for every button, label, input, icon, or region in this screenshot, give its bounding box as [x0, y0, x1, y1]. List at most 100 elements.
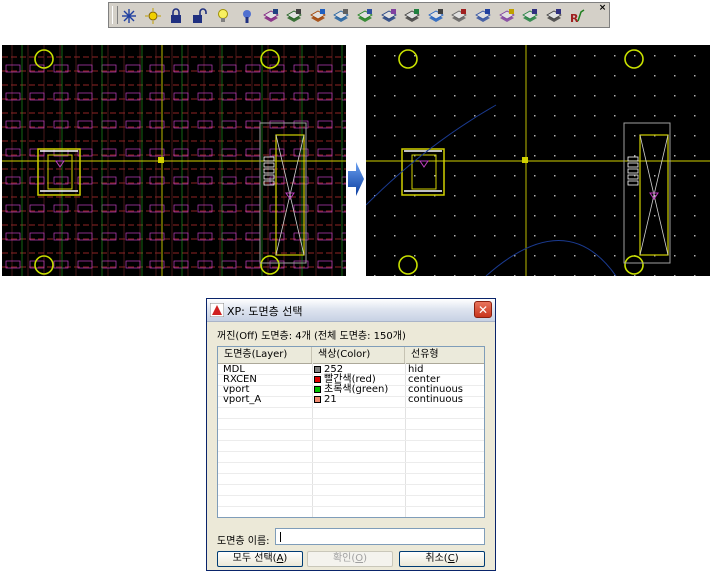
grid-dot	[414, 115, 416, 117]
toolbar-grip[interactable]	[112, 6, 118, 24]
layer-copy-button[interactable]	[379, 6, 399, 25]
grid-dot	[514, 235, 516, 237]
grid-dot	[454, 55, 456, 57]
layer-change-icon	[357, 8, 373, 22]
layer-export-icon	[545, 8, 562, 22]
grid-dot	[534, 75, 536, 77]
layer-thaw-button[interactable]	[143, 6, 163, 25]
grid-dot	[694, 275, 696, 276]
layer-isolate-button[interactable]	[237, 6, 257, 25]
grid-dot	[514, 55, 516, 57]
grid-dot	[574, 75, 576, 77]
stair-step	[627, 156, 639, 162]
grid-dot	[474, 235, 476, 237]
layer-change-button[interactable]	[355, 6, 375, 25]
layer-merge-button[interactable]	[261, 6, 281, 25]
grid-dot	[514, 275, 516, 276]
grid-dot	[534, 55, 536, 57]
grid-dot	[394, 215, 396, 217]
grid-dot	[554, 195, 556, 197]
grid-dot	[594, 135, 596, 137]
grid-dot	[394, 75, 396, 77]
grid-dot	[674, 275, 676, 276]
layer-previous-button[interactable]	[331, 6, 351, 25]
dialog-titlebar[interactable]: XP: 도면층 선택 ✕	[207, 299, 495, 322]
grid-dot	[574, 235, 576, 237]
grid-dot	[614, 255, 616, 257]
grid-dot	[554, 95, 556, 97]
grid-dot	[674, 215, 676, 217]
grid-dot	[434, 235, 436, 237]
grid-dot	[554, 135, 556, 137]
layer-previous-icon	[333, 8, 350, 22]
column-layer[interactable]: 도면층(Layer)	[218, 347, 312, 363]
layer-translate-button[interactable]	[473, 6, 493, 25]
grid-dot	[654, 115, 656, 117]
layer-linetype-cell: continuous	[408, 394, 463, 405]
grid-dot	[574, 275, 576, 276]
grid-row-line	[218, 473, 484, 474]
layer-export-button[interactable]	[544, 6, 564, 25]
layer-list[interactable]: 도면층(Layer) 색상(Color) 선유형 MDL 252 hid RXCEN 빨…	[217, 346, 485, 518]
layer-unlock-button[interactable]	[190, 6, 210, 25]
select-all-button[interactable]: 모두 선택(A)	[217, 551, 303, 567]
layer-walk-button[interactable]	[284, 6, 304, 25]
grid-dot	[514, 135, 516, 137]
axis-marker	[522, 157, 528, 163]
stair-step	[627, 168, 639, 174]
toolbar-close-icon[interactable]: ×	[598, 4, 607, 13]
layer-rx-button[interactable]: R	[567, 6, 587, 25]
grid-dot	[514, 215, 516, 217]
layer-lock-button[interactable]	[166, 6, 186, 25]
grid-dot	[514, 195, 516, 197]
layer-on-icon	[218, 8, 229, 22]
grid-dot	[674, 195, 676, 197]
grid-dot	[694, 155, 696, 157]
dialog-close-button[interactable]: ✕	[474, 301, 492, 318]
layer-select-dialog: XP: 도면층 선택 ✕ 꺼진(Off) 도면층: 4개 (전체 도면층: 15…	[206, 298, 496, 571]
grid-dot	[454, 115, 456, 117]
layer-state-button[interactable]	[449, 6, 469, 25]
layer-convert-button[interactable]	[520, 6, 540, 25]
ok-button[interactable]: 확인(O)	[307, 551, 393, 567]
grid-dot	[454, 255, 456, 257]
grid-dot	[474, 75, 476, 77]
stair-outline	[623, 122, 671, 264]
grid-dot	[414, 135, 416, 137]
grid-dot	[554, 75, 556, 77]
grid-dot	[514, 95, 516, 97]
layer-on-button[interactable]	[213, 6, 233, 25]
grid-dot	[614, 75, 616, 77]
stair-step	[627, 162, 639, 168]
grid-dot	[494, 115, 496, 117]
grid-dot	[554, 155, 556, 157]
grid-dot	[494, 135, 496, 137]
layer-delete-button[interactable]	[402, 6, 422, 25]
layer-name-input[interactable]	[275, 528, 485, 545]
grid-dot	[694, 175, 696, 177]
grid-dot	[574, 115, 576, 117]
grid-dot	[434, 135, 436, 137]
layer-off-button[interactable]	[119, 6, 139, 25]
drawing-after-canvas	[366, 45, 710, 276]
layer-delete-icon	[404, 8, 420, 22]
grid-dot	[494, 95, 496, 97]
layer-freeze-button[interactable]	[426, 6, 446, 25]
ok-key: O	[355, 553, 364, 564]
color-swatch	[314, 366, 321, 373]
stair-step	[263, 168, 275, 174]
grid-dot	[454, 75, 456, 77]
layer-filter-button[interactable]	[497, 6, 517, 25]
grid-dot	[414, 95, 416, 97]
grid-row-line	[218, 495, 484, 496]
layer-name-cell: vport_A	[223, 394, 262, 405]
column-color[interactable]: 색상(Color)	[312, 347, 405, 363]
svg-text:R: R	[570, 12, 579, 24]
grid-dot	[394, 55, 396, 57]
column-linetype[interactable]: 선유형	[405, 347, 484, 363]
grid-dot	[394, 195, 396, 197]
layer-match-button[interactable]	[308, 6, 328, 25]
color-swatch	[314, 386, 321, 393]
stair-step	[627, 180, 639, 186]
cancel-button[interactable]: 취소(C)	[399, 551, 485, 567]
